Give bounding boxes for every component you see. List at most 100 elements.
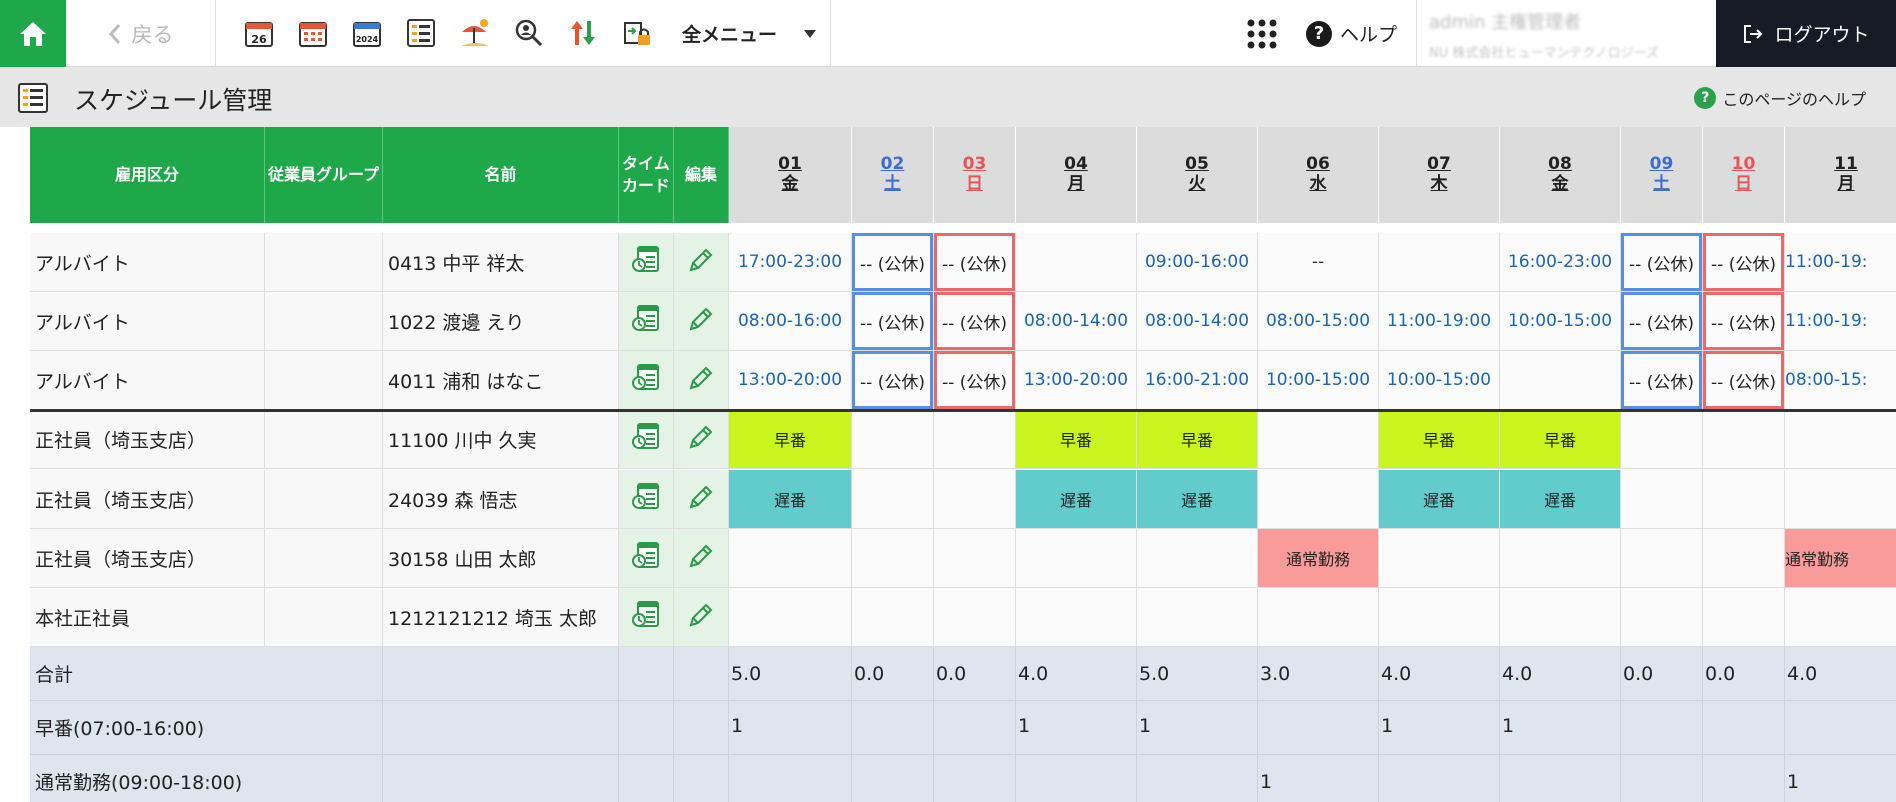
schedule-cell[interactable]: 16:00-21:00 [1137,351,1258,410]
help-button[interactable]: ? ヘルプ [1306,0,1397,67]
schedule-cell[interactable] [1621,470,1703,529]
timecard-button[interactable] [619,470,674,529]
timecard-button[interactable] [619,410,674,469]
day-header[interactable]: 09 土 [1621,127,1703,223]
schedule-cell[interactable] [1258,588,1379,647]
schedule-cell[interactable]: 09:00-16:00 [1137,233,1258,292]
schedule-cell[interactable]: 13:00-20:00 [729,351,852,410]
schedule-cell[interactable] [852,410,934,469]
schedule-cell[interactable] [1379,529,1500,588]
column-header-employment[interactable]: 雇用区分 [30,127,265,223]
schedule-cell[interactable] [1137,529,1258,588]
schedule-cell[interactable] [1379,233,1500,292]
schedule-cell[interactable]: -- [1258,233,1379,292]
schedule-cell[interactable]: 早番 [729,410,852,469]
schedule-cell[interactable]: -- (公休) [1703,292,1785,351]
back-button[interactable]: 戻る [66,0,216,67]
schedule-cell[interactable]: 早番 [1379,410,1500,469]
schedule-cell[interactable]: -- (公休) [934,351,1016,410]
schedule-cell[interactable] [1137,588,1258,647]
schedule-cell[interactable]: 遅番 [1016,470,1137,529]
apps-grid-button[interactable] [1244,16,1280,52]
schedule-cell[interactable] [852,529,934,588]
schedule-cell[interactable]: -- (公休) [852,292,934,351]
logout-button[interactable]: ログアウト [1716,0,1896,67]
schedule-cell[interactable] [1500,529,1621,588]
column-header-name[interactable]: 名前 [383,127,619,223]
schedule-cell[interactable]: 遅番 [1137,470,1258,529]
lock-export-icon[interactable] [618,14,656,52]
edit-button[interactable] [674,588,729,647]
page-help-link[interactable]: ? このページのヘルプ [1694,86,1866,110]
schedule-cell[interactable] [729,588,852,647]
schedule-cell[interactable]: 遅番 [729,470,852,529]
schedule-cell[interactable]: -- (公休) [1621,292,1703,351]
schedule-cell[interactable] [1785,410,1896,469]
schedule-cell[interactable] [1703,588,1785,647]
day-header[interactable]: 10 日 [1703,127,1785,223]
day-header[interactable]: 02 土 [852,127,934,223]
day-header[interactable]: 08 金 [1500,127,1621,223]
day-header[interactable]: 03 日 [934,127,1016,223]
schedule-cell[interactable]: 11:00-19: [1785,233,1896,292]
day-header[interactable]: 06 水 [1258,127,1379,223]
schedule-cell[interactable]: -- (公休) [934,233,1016,292]
schedule-cell[interactable]: -- (公休) [852,351,934,410]
schedule-cell[interactable]: 10:00-15:00 [1379,351,1500,410]
schedule-cell[interactable]: 早番 [1500,410,1621,469]
schedule-cell[interactable]: 11:00-19: [1785,292,1896,351]
schedule-cell[interactable] [1379,588,1500,647]
schedule-cell[interactable]: 17:00-23:00 [729,233,852,292]
schedule-cell[interactable] [1621,410,1703,469]
day-header[interactable]: 07 木 [1379,127,1500,223]
timecard-button[interactable] [619,588,674,647]
edit-button[interactable] [674,470,729,529]
timecard-button[interactable] [619,233,674,292]
schedule-cell[interactable]: 08:00-15: [1785,351,1896,410]
schedule-cell[interactable] [1016,529,1137,588]
home-button[interactable] [0,0,66,67]
vacation-icon[interactable] [456,14,494,52]
sort-updown-icon[interactable] [564,14,602,52]
schedule-cell[interactable]: 08:00-14:00 [1016,292,1137,351]
schedule-cell[interactable] [934,529,1016,588]
schedule-cell[interactable] [852,588,934,647]
edit-button[interactable] [674,292,729,351]
schedule-cell[interactable] [1258,410,1379,469]
schedule-cell[interactable]: -- (公休) [1703,351,1785,410]
schedule-cell[interactable] [934,588,1016,647]
schedule-cell[interactable]: 早番 [1137,410,1258,469]
all-menu-dropdown[interactable]: 全メニュー [682,0,832,67]
schedule-cell[interactable] [729,529,852,588]
schedule-cell[interactable]: 08:00-15:00 [1258,292,1379,351]
schedule-cell[interactable]: 遅番 [1379,470,1500,529]
schedule-cell[interactable]: 11:00-19:00 [1379,292,1500,351]
schedule-cell[interactable] [852,470,934,529]
edit-button[interactable] [674,410,729,469]
schedule-cell[interactable] [1016,588,1137,647]
schedule-cell[interactable]: 遅番 [1500,470,1621,529]
edit-button[interactable] [674,233,729,292]
schedule-cell[interactable]: 10:00-15:00 [1500,292,1621,351]
schedule-cell[interactable]: 13:00-20:00 [1016,351,1137,410]
schedule-cell[interactable]: 通常勤務 [1258,529,1379,588]
schedule-cell[interactable] [934,470,1016,529]
schedule-cell[interactable] [934,410,1016,469]
schedule-cell[interactable] [1703,410,1785,469]
schedule-cell[interactable]: 08:00-16:00 [729,292,852,351]
calendar-day-icon[interactable]: 26 [240,14,278,52]
schedule-cell[interactable] [1785,470,1896,529]
schedule-cell[interactable] [1621,588,1703,647]
timecard-button[interactable] [619,292,674,351]
schedule-cell[interactable] [1703,470,1785,529]
schedule-cell[interactable]: 早番 [1016,410,1137,469]
timecard-button[interactable] [619,351,674,410]
day-header[interactable]: 05 火 [1137,127,1258,223]
timecard-button[interactable] [619,529,674,588]
schedule-cell[interactable] [1500,588,1621,647]
calendar-year-icon[interactable]: 2024 [348,14,386,52]
edit-button[interactable] [674,351,729,410]
schedule-cell[interactable]: -- (公休) [852,233,934,292]
day-header[interactable]: 01 金 [729,127,852,223]
edit-button[interactable] [674,529,729,588]
